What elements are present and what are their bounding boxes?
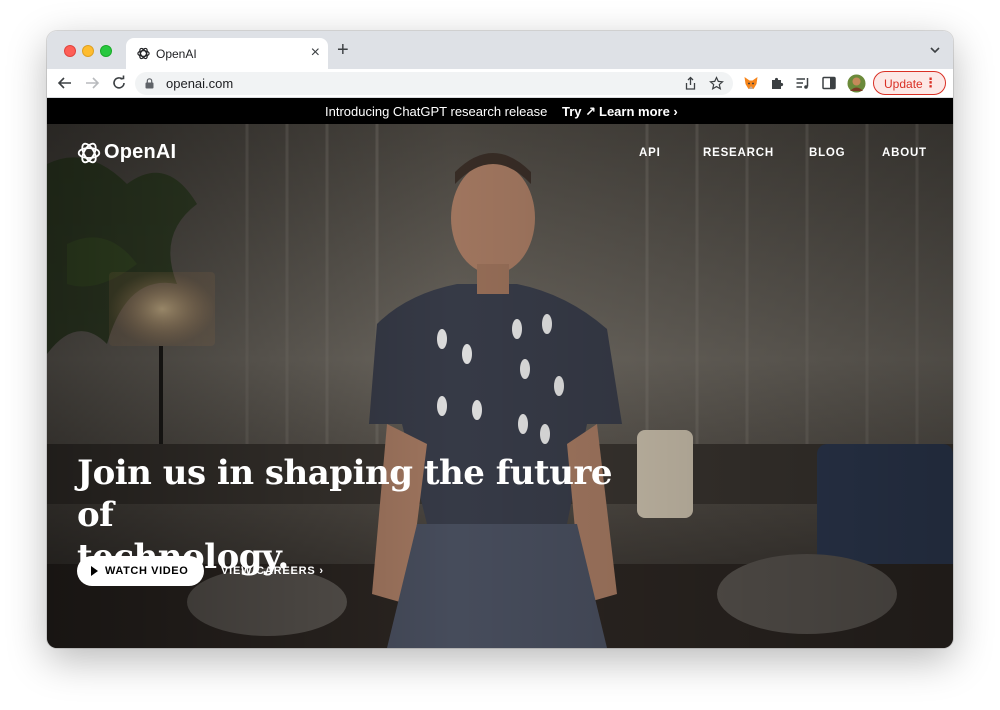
browser-menu-icon: ⋮ <box>924 75 937 90</box>
watch-video-label: WATCH VIDEO <box>105 565 189 577</box>
zoom-window-button[interactable] <box>100 45 112 57</box>
new-tab-button[interactable]: + <box>337 40 349 60</box>
watch-video-button[interactable]: WATCH VIDEO <box>77 556 204 586</box>
address-bar[interactable]: openai.com <box>135 72 733 95</box>
tab-title: OpenAI <box>156 47 197 61</box>
extensions-puzzle-icon[interactable] <box>769 75 785 91</box>
nav-link-about[interactable]: ABOUT <box>882 147 927 159</box>
nav-link-api[interactable]: API <box>639 147 661 159</box>
browser-toolbar: openai.com Update ⋮ <box>47 69 953 98</box>
openai-favicon-icon <box>137 47 150 60</box>
tab-strip: OpenAI × + <box>47 31 953 69</box>
side-panel-icon[interactable] <box>821 75 837 91</box>
tab-search-chevron-icon[interactable] <box>929 44 941 56</box>
back-arrow-icon[interactable] <box>56 74 74 92</box>
nav-link-research[interactable]: RESEARCH <box>703 147 774 159</box>
profile-avatar-icon[interactable] <box>847 74 866 93</box>
tab-close-icon[interactable]: × <box>311 44 320 62</box>
learn-more-link[interactable]: Learn more › <box>599 104 678 119</box>
browser-window: OpenAI × + openai.com Update ⋮ Introduci… <box>47 31 953 648</box>
update-label: Update <box>884 77 923 91</box>
announcement-bar: Introducing ChatGPT research release Try… <box>47 98 953 124</box>
nav-link-blog[interactable]: BLOG <box>809 147 845 159</box>
metamask-fox-icon[interactable] <box>743 75 759 91</box>
bookmark-star-icon[interactable] <box>709 76 724 91</box>
lock-icon[interactable] <box>145 78 154 89</box>
reading-list-icon[interactable] <box>795 75 811 91</box>
forward-arrow-icon[interactable] <box>83 74 101 92</box>
view-careers-link[interactable]: VIEW CAREERS › <box>221 565 324 577</box>
try-link[interactable]: Try ↗ <box>562 104 596 120</box>
play-icon <box>91 566 98 576</box>
reload-icon[interactable] <box>110 74 128 92</box>
announcement-text: Introducing ChatGPT research release <box>325 104 548 119</box>
openai-logo-icon <box>77 142 101 164</box>
close-window-button[interactable] <box>64 45 76 57</box>
update-button[interactable]: Update ⋮ <box>873 71 946 95</box>
web-page: Introducing ChatGPT research release Try… <box>47 98 953 648</box>
url-text[interactable]: openai.com <box>166 76 233 91</box>
logo-wordmark: OpenAI <box>104 141 177 163</box>
share-icon[interactable] <box>683 76 698 91</box>
minimize-window-button[interactable] <box>82 45 94 57</box>
hero-headline-line-1: Join us in shaping the future of <box>77 453 613 535</box>
hero-section: OpenAI API RESEARCH BLOG ABOUT Join us i… <box>47 124 953 648</box>
browser-tab-openai[interactable]: OpenAI × <box>126 38 328 69</box>
openai-logo[interactable]: OpenAI <box>76 140 196 166</box>
